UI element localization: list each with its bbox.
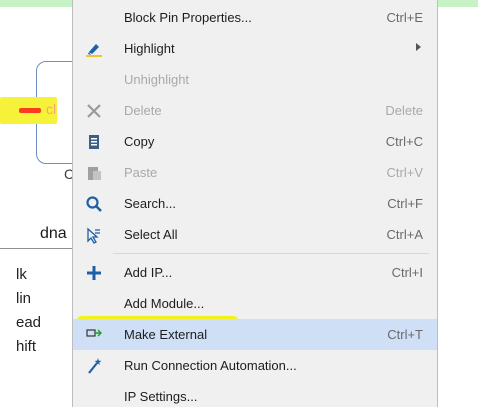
menu-item-ip-settings[interactable]: IP Settings... <box>73 381 437 412</box>
menu-item-label: Paste <box>124 165 158 180</box>
menu-item-make-external[interactable]: Make External Ctrl+T <box>73 319 437 350</box>
menu-item-label: Unhighlight <box>124 72 190 87</box>
menu-item-shortcut: Ctrl+F <box>387 196 423 211</box>
menu-item-label: Search... <box>124 196 177 211</box>
menu-item-block-pin-properties[interactable]: Block Pin Properties... Ctrl+E <box>73 2 437 33</box>
menu-item-label: Delete <box>124 103 162 118</box>
copy-icon <box>85 133 103 151</box>
make-external-icon <box>85 326 103 344</box>
signal-list: lk lin ead hift <box>0 263 70 359</box>
menu-item-paste[interactable]: Paste Ctrl+V <box>73 157 437 188</box>
canvas-top-strip-left <box>0 0 72 7</box>
highlighter-icon <box>85 40 103 58</box>
pin-connector[interactable] <box>19 108 41 113</box>
menu-item-label: Copy <box>124 134 155 149</box>
menu-item-add-module[interactable]: Add Module... <box>73 288 437 319</box>
menu-item-label: Block Pin Properties... <box>124 10 252 25</box>
menu-item-label: Add Module... <box>124 296 205 311</box>
menu-item-shortcut: Ctrl+V <box>386 165 423 180</box>
menu-item-label: Highlight <box>124 41 175 56</box>
menu-item-search[interactable]: Search... Ctrl+F <box>73 188 437 219</box>
tab-divider <box>0 248 72 249</box>
menu-item-label: Make External <box>124 327 208 342</box>
menu-item-run-connection-automation[interactable]: Run Connection Automation... <box>73 350 437 381</box>
menu-item-highlight[interactable]: Highlight <box>73 33 437 64</box>
select-all-icon <box>85 226 103 244</box>
submenu-arrow-icon <box>416 43 421 51</box>
search-icon <box>85 195 103 213</box>
menu-item-add-ip[interactable]: Add IP... Ctrl+I <box>73 257 437 288</box>
menu-separator <box>113 253 429 254</box>
pin-label: cl <box>46 101 57 117</box>
plus-icon <box>85 264 103 282</box>
delete-x-icon <box>85 102 103 120</box>
menu-item-delete[interactable]: Delete Delete <box>73 95 437 126</box>
list-item[interactable]: ead <box>0 311 70 335</box>
menu-item-select-all[interactable]: Select All Ctrl+A <box>73 219 437 250</box>
context-menu: Block Pin Properties... Ctrl+E Highlight… <box>72 0 438 407</box>
wand-icon <box>85 357 103 375</box>
menu-item-shortcut: Delete <box>385 103 423 118</box>
menu-item-label: Add IP... <box>124 265 173 280</box>
menu-item-copy[interactable]: Copy Ctrl+C <box>73 126 437 157</box>
list-item[interactable]: lin <box>0 287 70 311</box>
menu-item-shortcut: Ctrl+T <box>387 327 423 342</box>
canvas-top-strip-right <box>438 0 478 7</box>
menu-item-shortcut: Ctrl+A <box>386 227 423 242</box>
menu-item-unhighlight[interactable]: Unhighlight <box>73 64 437 95</box>
menu-item-shortcut: Ctrl+C <box>385 134 423 149</box>
menu-item-shortcut: Ctrl+E <box>386 10 423 25</box>
menu-item-shortcut: Ctrl+I <box>391 265 423 280</box>
list-item[interactable]: lk <box>0 263 70 287</box>
list-item[interactable]: hift <box>0 335 70 359</box>
menu-item-label: Run Connection Automation... <box>124 358 297 373</box>
menu-item-label: Select All <box>124 227 178 242</box>
menu-item-label: IP Settings... <box>124 389 198 404</box>
panel-tab[interactable]: dna <box>40 225 67 243</box>
paste-icon <box>85 164 103 182</box>
